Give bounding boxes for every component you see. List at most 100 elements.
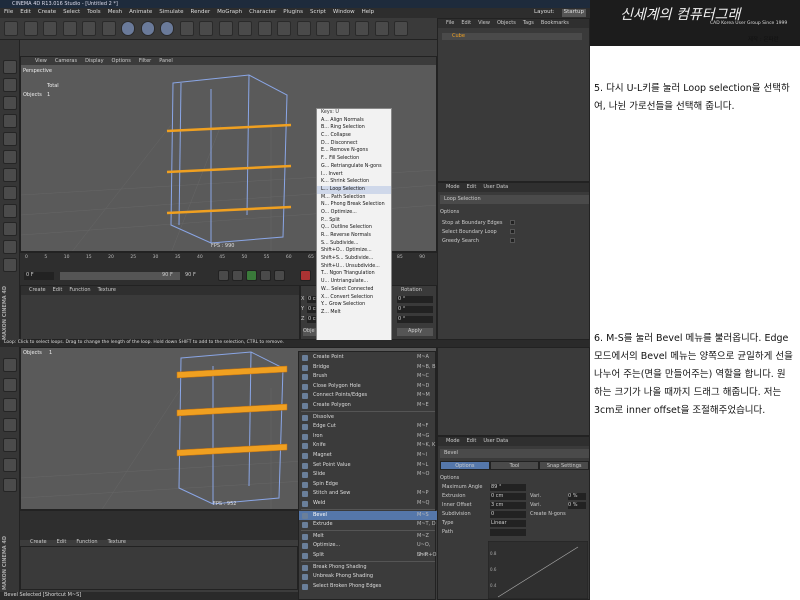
popup1-item[interactable]: B... Ring Selection <box>317 124 391 132</box>
popup1-item[interactable]: O... Optimize... <box>317 209 391 217</box>
workplane-icon[interactable] <box>3 222 17 236</box>
menu-script[interactable]: Script <box>310 9 326 17</box>
mesh-menu-select-broken-phong-edges[interactable]: Select Broken Phong Edges <box>299 582 437 592</box>
model-mode-icon[interactable] <box>3 78 17 92</box>
popup1-item[interactable]: G... Retriangulate N-gons <box>317 163 391 171</box>
objmgr-menu-objects[interactable]: Objects <box>497 20 516 27</box>
enable-axis-icon[interactable] <box>3 186 17 200</box>
coord-system-icon[interactable] <box>179 21 194 36</box>
mesh-menu-brush[interactable]: Brush M~C <box>299 372 437 382</box>
popup1-item[interactable]: Y... Grow Selection <box>317 301 391 309</box>
grid-icon[interactable] <box>3 258 17 272</box>
mesh-menu-split[interactable]: Split U~P <box>299 551 437 561</box>
texture-mode-icon[interactable] <box>3 96 17 110</box>
popup1-item[interactable]: R... Reverse Normals <box>317 232 391 240</box>
objmgr-menu-view[interactable]: View <box>478 20 490 27</box>
menu-mograph[interactable]: MoGraph <box>217 9 242 17</box>
apply-button[interactable]: Apply <box>397 328 433 336</box>
rotation-field[interactable]: 0 ° <box>397 306 433 313</box>
mesh-menu-close-polygon-hole[interactable]: Close Polygon Hole M~D <box>299 382 437 392</box>
popup1-item[interactable]: U... Untriangulate... <box>317 278 391 286</box>
rotation-field[interactable]: 0 ° <box>397 296 433 303</box>
option-checkbox[interactable] <box>510 229 515 234</box>
popup1-item[interactable]: D... Disconnect <box>317 140 391 148</box>
make-editable-icon[interactable] <box>3 60 17 74</box>
edges-mode-icon[interactable] <box>3 150 17 164</box>
object-mode-dropdown[interactable]: Obje <box>303 328 317 336</box>
mesh-menu-edge-cut[interactable]: Edge Cut M~F <box>299 422 437 432</box>
objmgr-menu-file[interactable]: File <box>446 20 454 27</box>
goto-end-button[interactable] <box>274 270 285 281</box>
option-checkbox[interactable] <box>510 238 515 243</box>
menu-select[interactable]: Select <box>63 9 80 17</box>
deformer-icon[interactable] <box>335 21 350 36</box>
light-icon[interactable] <box>394 21 408 36</box>
y-axis-icon[interactable] <box>140 21 155 36</box>
mesh-menu-set-point-value[interactable]: Set Point Value M~L <box>299 461 437 471</box>
popup1-item[interactable]: S... Subdivide... <box>317 240 391 248</box>
menu-window[interactable]: Window <box>333 9 355 17</box>
viewport-menu-filter[interactable]: Filter <box>139 58 151 64</box>
attr-menu-mode[interactable]: Mode <box>446 184 460 191</box>
max-frame-field[interactable]: 90 F <box>185 272 207 280</box>
popup1-item[interactable]: A... Align Normals <box>317 117 391 125</box>
popup1-item[interactable]: Shift+U... Unsubdivide... <box>317 263 391 271</box>
snap-icon-b[interactable] <box>3 418 17 432</box>
axis-mode-icon[interactable] <box>3 114 17 128</box>
rotate-icon[interactable] <box>101 21 116 36</box>
field-value-2[interactable]: 0 % <box>568 493 586 500</box>
tab-tool[interactable]: Tool <box>489 461 540 470</box>
floor-icon[interactable] <box>355 21 369 36</box>
polygons-mode-icon-b[interactable] <box>3 398 17 412</box>
popup1-item[interactable]: Shift+S... Subdivide... <box>317 255 391 263</box>
popup1-item[interactable]: N... Phong Break Selection <box>317 201 391 209</box>
menu-plugins[interactable]: Plugins <box>283 9 303 17</box>
polygons-mode-icon[interactable] <box>3 168 17 182</box>
popup1-item[interactable]: Q... Outline Selection <box>317 224 391 232</box>
menu-create[interactable]: Create <box>29 287 46 294</box>
popup1-item[interactable]: M... Path Selection <box>317 194 391 202</box>
mesh-menu-magnet[interactable]: Magnet M~I <box>299 451 437 461</box>
end-frame-field[interactable]: 90 F <box>162 272 184 280</box>
popup1-item[interactable]: P... Split <box>317 217 391 225</box>
render-settings-icon[interactable] <box>238 21 252 36</box>
subdivision-icon[interactable] <box>296 21 311 36</box>
attr-menu-user-data[interactable]: User Data <box>483 438 508 445</box>
cube-icon[interactable] <box>257 21 272 36</box>
array-icon[interactable] <box>316 21 330 36</box>
menu-character[interactable]: Character <box>249 9 276 17</box>
mesh-menu-weld[interactable]: Weld M~Q <box>299 499 437 509</box>
x-axis-icon[interactable] <box>121 21 135 36</box>
mesh-menu-optimize-[interactable]: Optimize... U~O, Shift+O <box>299 541 437 558</box>
menu-edit[interactable]: Edit <box>20 9 31 17</box>
menu-edit[interactable]: Edit <box>53 287 63 294</box>
field-value[interactable]: 0 <box>490 511 526 518</box>
viewport-menu-display[interactable]: Display <box>85 58 103 64</box>
menu-simulate[interactable]: Simulate <box>159 9 183 17</box>
viewport-menu-view[interactable]: View <box>35 58 47 64</box>
field-value[interactable]: Linear <box>490 520 526 527</box>
menu-texture[interactable]: Texture <box>98 287 116 294</box>
mesh-menu-iron[interactable]: Iron M~G <box>299 432 437 442</box>
menu-function[interactable]: Function <box>69 287 90 294</box>
menu-tools[interactable]: Tools <box>87 9 101 17</box>
field-value[interactable]: 89 ° <box>490 484 526 491</box>
popup1-item[interactable]: K... Shrink Selection <box>317 178 391 186</box>
attr-menu-user-data[interactable]: User Data <box>483 184 508 191</box>
field-value[interactable]: 3 cm <box>490 502 526 509</box>
tab-options[interactable]: Options <box>440 461 490 470</box>
popup1-item[interactable]: C... Collapse <box>317 132 391 140</box>
move-icon[interactable] <box>62 21 77 36</box>
mesh-menu-spin-edge[interactable]: Spin Edge <box>299 480 437 490</box>
objmgr-menu-edit[interactable]: Edit <box>461 20 471 27</box>
spline-pen-icon[interactable] <box>277 21 291 36</box>
viewport-menu-panel[interactable]: Panel <box>159 58 173 64</box>
mesh-menu-break-phong-shading[interactable]: Break Phong Shading <box>299 563 437 573</box>
menu-help[interactable]: Help <box>362 9 375 17</box>
mesh-menu-slide[interactable]: Slide M~O <box>299 470 437 480</box>
next-frame-button[interactable] <box>260 270 271 281</box>
popup1-item[interactable]: I... Invert <box>317 171 391 179</box>
mesh-menu-connect-points-edges[interactable]: Connect Points/Edges M~M <box>299 391 437 401</box>
select-icon[interactable] <box>43 21 57 36</box>
prev-frame-button[interactable] <box>232 270 243 281</box>
